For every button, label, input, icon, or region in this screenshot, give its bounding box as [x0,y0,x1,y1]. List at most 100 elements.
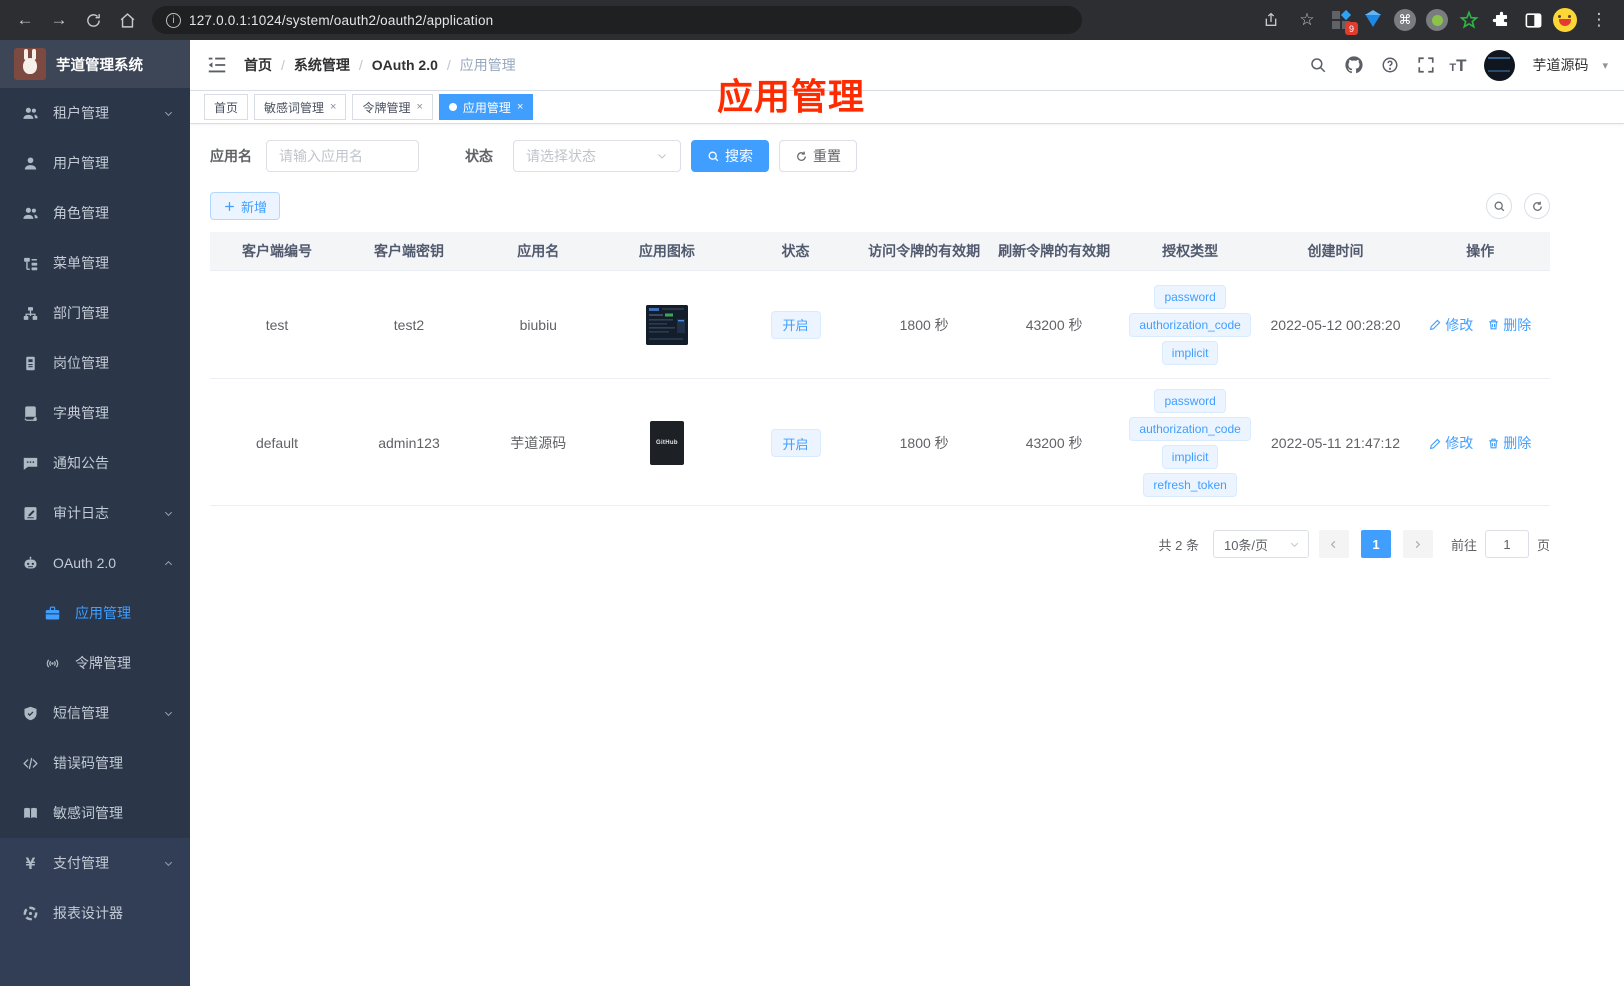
sidebar-item-3[interactable]: 菜单管理 [0,238,190,288]
edit-link[interactable]: 修改 [1429,315,1473,335]
sidebar-item-4[interactable]: 部门管理 [0,288,190,338]
user-avatar[interactable] [1484,49,1516,81]
chevron-up-icon [163,558,174,569]
tab-3[interactable]: 应用管理 × [438,94,534,120]
browser-home-icon[interactable] [112,5,142,35]
sidebar-item-14[interactable]: 敏感词管理 [0,788,190,838]
sidebar-item-8[interactable]: 审计日志 [0,488,190,538]
browser-menu-icon[interactable]: ⋮ [1584,5,1614,35]
sidebar-item-label: 岗位管理 [53,355,109,371]
sidebar-item-10[interactable]: 应用管理 [0,588,190,638]
github-icon[interactable] [1341,52,1367,78]
column-header: 应用名 [517,243,560,259]
breadcrumb-item-2[interactable]: OAuth 2.0 [372,57,438,73]
browser-toolbar: ← → i 127.0.0.1:1024/system/oauth2/oauth… [0,0,1624,40]
column-header: 客户端密钥 [373,243,444,259]
edit-link[interactable]: 修改 [1429,433,1473,453]
url-text[interactable]: 127.0.0.1:1024/system/oauth2/oauth2/appl… [189,13,493,28]
table-row-1: test test2 biubiu 开启 1800 秒 43200 秒 password au… [210,271,1550,379]
sidebar-item-5[interactable]: 岗位管理 [0,338,190,388]
grant-type-tag: password [1154,389,1226,413]
help-icon[interactable] [1377,52,1403,78]
grant-type-tags: password authorization_code implicit [1124,284,1257,365]
bookmark-star-icon[interactable]: ☆ [1292,5,1322,35]
font-size-icon[interactable]: TT [1449,57,1466,74]
grant-type-tag: implicit [1161,340,1219,365]
extension-record-icon[interactable] [1424,7,1450,33]
cell-client-id: default [255,435,299,451]
tab-0[interactable]: 首页 [204,94,249,120]
goto-page-input[interactable] [1484,530,1529,558]
app-logo-rabbit [14,48,46,80]
sidebar-item-7[interactable]: 通知公告 [0,438,190,488]
profile-avatar-icon[interactable] [1552,7,1578,33]
sidebar-item-label: 报表设计器 [53,905,123,921]
add-button[interactable]: 新增 [210,192,281,220]
delete-link[interactable]: 删除 [1487,315,1531,335]
tab-2[interactable]: 令牌管理 × [352,94,433,120]
status-select[interactable]: 请选择状态 [513,140,681,172]
extension-grid-icon[interactable]: 9 [1328,7,1358,35]
reset-button-label: 重置 [813,148,841,164]
briefcase-icon [44,605,61,622]
sidebar-item-6[interactable]: 字典管理 [0,388,190,438]
table-header-row: 客户端编号 客户端密钥 应用名 应用图标 状态 访问令牌的有效期 刷新令牌的有效期 授权类型 创… [210,232,1550,271]
page-size-select[interactable]: 10条/页 [1212,530,1309,558]
browser-back-icon[interactable]: ← [10,5,40,35]
search-button[interactable]: 搜索 [691,140,769,172]
log-icon [22,505,39,522]
column-header: 刷新令牌的有效期 [998,243,1111,259]
sidebar-item-11[interactable]: 令牌管理 [0,638,190,688]
table-toolbar: 新增 [210,192,1550,220]
status-label: 状态 [465,148,493,164]
sidebar-item-2[interactable]: 角色管理 [0,188,190,238]
close-icon[interactable]: × [330,101,336,113]
delete-link[interactable]: 删除 [1487,433,1531,453]
sidebar-collapse-icon[interactable] [206,54,228,76]
app-name-input[interactable] [279,148,406,164]
header-search-icon[interactable] [1305,52,1331,78]
breadcrumb-separator: / [281,57,285,73]
prev-page-button[interactable] [1318,530,1349,558]
extension-puzzle-icon[interactable] [1488,7,1514,33]
extension-panel-icon[interactable] [1520,7,1546,33]
browser-reload-icon[interactable] [78,5,108,35]
org-icon [22,305,39,322]
browser-forward-icon[interactable]: → [44,5,74,35]
breadcrumb-item-1[interactable]: 系统管理 [294,55,350,75]
reset-button[interactable]: 重置 [779,140,857,172]
breadcrumb-item-0[interactable]: 首页 [244,55,272,75]
chevron-down-icon [163,708,174,719]
extension-command-icon[interactable]: ⌘ [1392,7,1418,33]
close-icon[interactable]: × [517,101,523,113]
breadcrumb-separator: / [446,57,451,73]
close-icon[interactable]: × [416,101,422,113]
sidebar-item-15[interactable]: ¥ 支付管理 [0,838,190,888]
pagination: 共 2 条 10条/页 1 前往 页 [210,530,1550,558]
breadcrumb-separator: / [358,57,363,73]
extension-star-icon[interactable] [1456,7,1482,33]
main-panel: 首页 / 系统管理 / OAuth 2.0/应用管理 TT 芋道源码 ▾ 首页 … [190,40,1624,986]
tab-1[interactable]: 敏感词管理 × [254,94,347,120]
toggle-search-icon[interactable] [1486,193,1512,219]
cell-access-ttl: 1800 秒 [899,435,949,451]
next-page-button[interactable] [1402,530,1433,558]
sidebar-item-0[interactable]: 租户管理 [0,88,190,138]
fullscreen-icon[interactable] [1413,52,1439,78]
sidebar-item-12[interactable]: 短信管理 [0,688,190,738]
sidebar-item-9[interactable]: OAuth 2.0 [0,538,190,588]
sidebar-item-1[interactable]: 用户管理 [0,138,190,188]
user-menu-caret-icon[interactable]: ▾ [1602,59,1608,72]
extension-gem-icon[interactable] [1360,7,1386,33]
share-icon[interactable] [1256,5,1286,35]
app-logo-bar[interactable]: 芋道管理系统 [0,40,190,88]
address-bar[interactable]: i 127.0.0.1:1024/system/oauth2/oauth2/ap… [152,6,1082,34]
site-info-icon[interactable]: i [166,12,181,28]
sidebar-item-13[interactable]: 错误码管理 [0,738,190,788]
refresh-table-icon[interactable] [1524,193,1550,219]
sidebar-item-16[interactable]: 报表设计器 [0,888,190,938]
applications-table: 客户端编号 客户端密钥 应用名 应用图标 状态 访问令牌的有效期 刷新令牌的有效期 授权类型 创… [210,232,1550,506]
openbook-icon [22,805,39,822]
page-number-button[interactable]: 1 [1360,530,1391,558]
sidebar-item-label: 应用管理 [75,605,131,621]
